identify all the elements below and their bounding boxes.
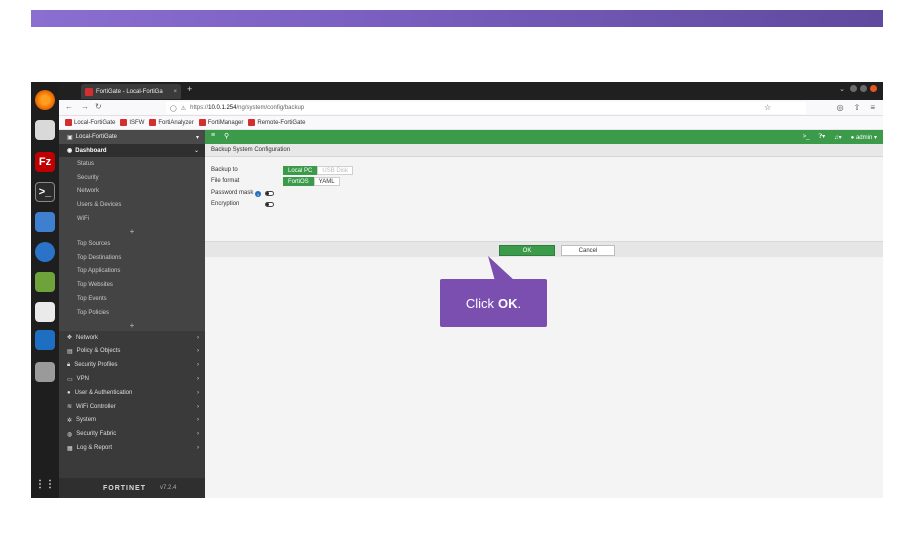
callout-text: Click	[465, 295, 495, 311]
callout-pointer	[488, 256, 515, 281]
callout-bold-text: OK	[498, 295, 518, 311]
instruction-callout: Click OK.	[440, 279, 547, 327]
